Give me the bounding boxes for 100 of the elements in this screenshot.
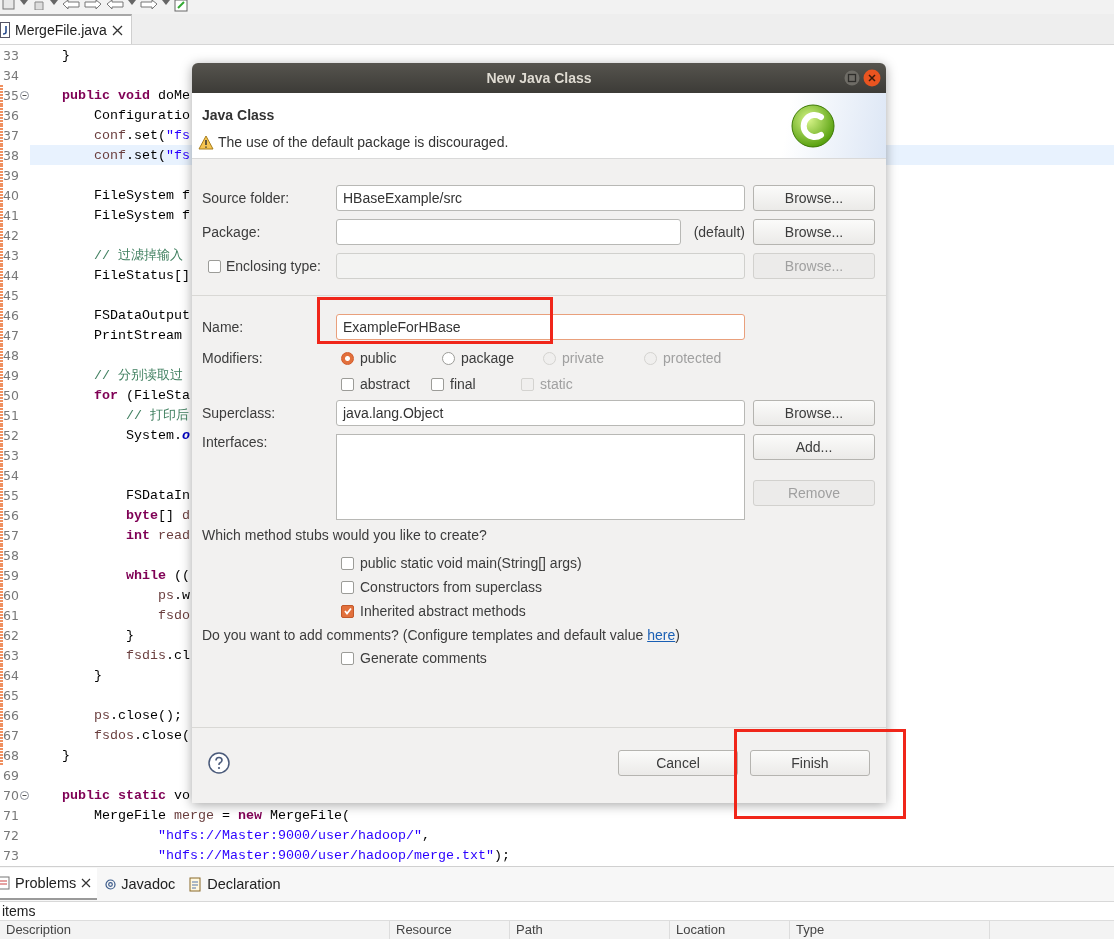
question-text: Which method stubs would you like to create? xyxy=(202,527,487,543)
forward-arrow-icon[interactable] xyxy=(84,0,102,10)
column-header[interactable]: Resource xyxy=(390,921,510,939)
code-line: FSDataIn xyxy=(124,487,190,503)
radio-label: protected xyxy=(663,350,722,366)
collapse-icon[interactable] xyxy=(19,790,29,800)
line-number: 55 xyxy=(2,487,19,503)
column-header[interactable]: Path xyxy=(510,921,670,939)
column-header[interactable]: Description xyxy=(0,921,390,939)
line-number: 50 xyxy=(2,387,19,403)
problems-icon xyxy=(0,876,10,890)
field-label: Name: xyxy=(202,319,245,335)
code-line: for (FileSta xyxy=(93,387,190,403)
package-field[interactable] xyxy=(336,219,681,245)
line-number: 33 xyxy=(2,47,19,63)
radio-label: public xyxy=(360,350,397,366)
editor-icon[interactable] xyxy=(174,0,188,12)
field-label: Package: xyxy=(202,224,262,240)
close-icon[interactable] xyxy=(81,878,92,888)
source-folder-field[interactable]: HBaseExample/src xyxy=(336,185,745,211)
line-number: 52 xyxy=(2,427,19,443)
forward-arrow-icon[interactable] xyxy=(140,0,158,10)
line-number: 68 xyxy=(2,747,19,763)
line-number: 62 xyxy=(2,627,19,643)
declaration-icon xyxy=(189,876,203,892)
column-header[interactable]: Type xyxy=(790,921,990,939)
line-number: 60 xyxy=(2,587,19,603)
checkbox[interactable] xyxy=(341,651,354,665)
caret-icon[interactable] xyxy=(162,0,170,6)
page-title: Java Class xyxy=(202,107,276,123)
field-label: Modifiers: xyxy=(202,350,264,366)
line-number: 67 xyxy=(2,727,19,743)
field-label: Interfaces: xyxy=(202,434,269,450)
code-line: public static vo xyxy=(61,787,190,803)
checkbox-label: public static void main(String[] args) xyxy=(360,555,582,571)
warning-icon xyxy=(198,134,214,150)
radio-button[interactable] xyxy=(442,351,455,365)
code-line: } xyxy=(61,747,70,763)
line-number: 41 xyxy=(2,207,19,223)
help-icon[interactable] xyxy=(208,751,230,774)
code-line: public void doMe xyxy=(61,87,190,103)
cancel-button[interactable]: Cancel xyxy=(618,749,738,776)
checkbox[interactable] xyxy=(208,259,221,273)
class-icon xyxy=(790,102,836,149)
field-label: Superclass: xyxy=(202,405,277,421)
browse-button[interactable]: Browse... xyxy=(753,185,875,211)
code-line: ps.close(); xyxy=(93,707,182,723)
close-icon[interactable] xyxy=(111,24,123,36)
line-number: 51 xyxy=(2,407,19,423)
close-button[interactable] xyxy=(863,69,881,87)
item-count: items xyxy=(1,902,37,920)
line-number: 48 xyxy=(2,347,19,363)
code-line: fsdos.close( xyxy=(93,727,190,743)
radio-label: package xyxy=(461,350,514,366)
panel-tab[interactable]: Javadoc xyxy=(105,869,182,899)
checkbox[interactable] xyxy=(341,580,354,594)
code-line: int read xyxy=(124,527,190,543)
name-field[interactable]: ExampleForHBase xyxy=(336,314,745,340)
line-number: 66 xyxy=(2,707,19,723)
panel-tab[interactable]: Problems xyxy=(0,868,98,900)
superclass-field[interactable]: java.lang.Object xyxy=(336,400,745,426)
finish-button[interactable]: Finish xyxy=(750,749,870,776)
browse-button[interactable]: Browse... xyxy=(753,400,875,426)
line-number: 56 xyxy=(2,507,19,523)
back-arrow-icon[interactable] xyxy=(62,0,80,10)
radio-button[interactable] xyxy=(341,351,354,365)
checkbox[interactable] xyxy=(341,377,354,391)
code-line: System.o xyxy=(124,427,190,443)
checkbox[interactable] xyxy=(431,377,444,391)
caret-icon[interactable] xyxy=(128,0,136,6)
line-number: 39 xyxy=(2,167,19,183)
panel-tab[interactable]: Declaration xyxy=(189,869,287,899)
line-number: 46 xyxy=(2,307,19,323)
caret-icon[interactable] xyxy=(20,0,28,6)
checkbox-label: Inherited abstract methods xyxy=(360,603,526,619)
back-arrow-icon[interactable] xyxy=(106,0,124,10)
line-number: 73 xyxy=(2,847,19,863)
code-line: fsdis.cl xyxy=(124,647,190,663)
caret-icon[interactable] xyxy=(50,0,58,6)
checkbox-label: Generate comments xyxy=(360,650,487,666)
checkbox[interactable] xyxy=(341,556,354,570)
checkbox[interactable] xyxy=(341,604,354,618)
line-number: 65 xyxy=(2,687,19,703)
collapse-icon[interactable] xyxy=(19,90,29,100)
editor-tab[interactable]: MergeFile.java xyxy=(0,14,132,44)
code-line: fsdo xyxy=(156,607,190,623)
tab-label: MergeFile.java xyxy=(15,22,107,38)
maximize-button[interactable] xyxy=(844,70,860,86)
browse-button[interactable]: Browse... xyxy=(753,219,875,245)
line-number: 58 xyxy=(2,547,19,563)
add-button[interactable]: Add... xyxy=(753,434,875,460)
field-label: Source folder: xyxy=(202,190,291,206)
code-line: // 打印后 xyxy=(124,407,189,424)
interfaces-list[interactable] xyxy=(336,434,745,520)
column-header[interactable]: Location xyxy=(670,921,790,939)
line-number: 34 xyxy=(2,67,19,83)
line-number: 72 xyxy=(2,827,19,843)
radio-label: private xyxy=(562,350,605,366)
line-number: 53 xyxy=(2,447,19,463)
here-link[interactable]: here xyxy=(647,627,676,643)
